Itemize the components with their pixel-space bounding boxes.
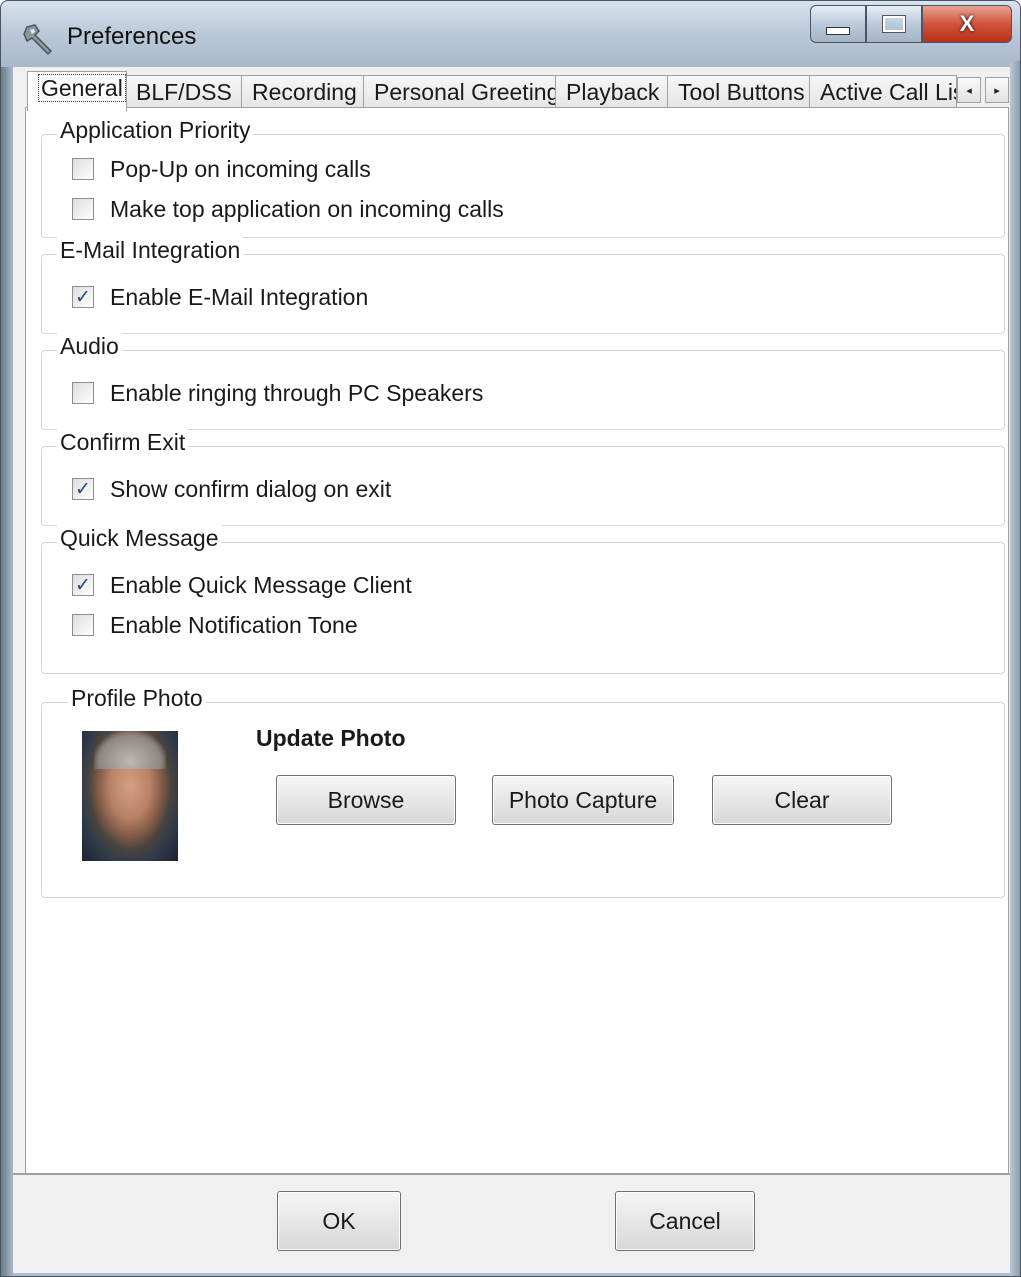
group-application-priority: Application Priority Pop-Up on incoming … [41, 117, 1005, 238]
tab-active-call-list[interactable]: Active Call Lis [809, 75, 957, 109]
arrow-left-icon: ◂ [966, 84, 972, 97]
tab-scroll-left-button[interactable]: ◂ [957, 77, 981, 103]
checkbox-label: Enable Quick Message Client [110, 571, 412, 598]
caption-buttons: X [810, 5, 1012, 45]
show-confirm-dialog-checkbox[interactable]: ✓ Show confirm dialog on exit [72, 473, 391, 505]
checkbox-box[interactable]: ✓ [72, 574, 94, 596]
tab-label: Tool Buttons [678, 79, 805, 105]
close-icon: X [959, 11, 975, 36]
arrow-right-icon: ▸ [994, 84, 1000, 97]
tab-recording[interactable]: Recording [241, 75, 365, 109]
dialog-client-area: General BLF/DSS Recording Personal Greet… [13, 67, 1013, 1273]
tab-label: Recording [252, 79, 357, 105]
tab-strip: General BLF/DSS Recording Personal Greet… [27, 69, 1013, 111]
group-title: Audio [57, 333, 122, 360]
cancel-button[interactable]: Cancel [615, 1191, 755, 1251]
update-photo-label: Update Photo [256, 725, 406, 751]
checkbox-box[interactable] [72, 158, 94, 180]
enable-notification-tone-checkbox[interactable]: Enable Notification Tone [72, 609, 358, 641]
group-title: Application Priority [57, 117, 254, 144]
profile-photo-image [82, 731, 178, 861]
maximize-icon [882, 15, 906, 33]
enable-ringing-pc-speakers-checkbox[interactable]: Enable ringing through PC Speakers [72, 377, 483, 409]
tab-tool-buttons[interactable]: Tool Buttons [667, 75, 811, 109]
tab-label: Active Call Lis [820, 79, 957, 105]
photo-hair [94, 731, 166, 769]
tab-personal-greeting[interactable]: Personal Greeting [363, 75, 557, 109]
title-bar[interactable]: Preferences X [1, 1, 1020, 67]
checkbox-box[interactable] [72, 382, 94, 404]
group-title: Profile Photo [68, 685, 206, 712]
make-top-application-checkbox[interactable]: Make top application on incoming calls [72, 193, 504, 225]
popup-on-incoming-checkbox[interactable]: Pop-Up on incoming calls [72, 153, 371, 185]
photo-capture-button[interactable]: Photo Capture [492, 775, 674, 825]
check-icon: ✓ [75, 574, 91, 596]
tab-label: Playback [566, 79, 660, 105]
check-icon: ✓ [75, 286, 91, 308]
checkbox-label: Show confirm dialog on exit [110, 475, 392, 502]
enable-quick-message-client-checkbox[interactable]: ✓ Enable Quick Message Client [72, 569, 412, 601]
browse-button[interactable]: Browse [276, 775, 456, 825]
group-email-integration: E-Mail Integration ✓ Enable E-Mail Integ… [41, 237, 1005, 334]
checkbox-box[interactable] [72, 614, 94, 636]
checkbox-label: Make top application on incoming calls [110, 195, 504, 222]
tab-playback[interactable]: Playback [555, 75, 669, 109]
checkbox-label: Enable E-Mail Integration [110, 283, 369, 310]
checkbox-box[interactable]: ✓ [72, 478, 94, 500]
footer-separator [13, 1173, 1013, 1175]
window-title: Preferences [67, 23, 197, 50]
close-button[interactable]: X [922, 5, 1012, 43]
tab-label: BLF/DSS [136, 79, 232, 105]
group-title: E-Mail Integration [57, 237, 244, 264]
tab-scroll-right-button[interactable]: ▸ [985, 77, 1009, 103]
ok-button[interactable]: OK [277, 1191, 401, 1251]
tab-general[interactable]: General [27, 71, 127, 111]
group-profile-photo: Profile Photo Update Photo Browse Photo … [41, 685, 1005, 898]
minimize-icon [826, 27, 850, 35]
check-icon: ✓ [75, 478, 91, 500]
maximize-button[interactable] [866, 5, 922, 43]
group-title: Quick Message [57, 525, 222, 552]
preferences-window: Preferences X General BLF/DSS Recording [0, 0, 1021, 1277]
clear-photo-button[interactable]: Clear [712, 775, 892, 825]
group-audio: Audio Enable ringing through PC Speakers [41, 333, 1005, 430]
checkbox-label: Enable Notification Tone [110, 611, 358, 638]
checkbox-box[interactable] [72, 198, 94, 220]
general-tab-page: Application Priority Pop-Up on incoming … [25, 107, 1009, 1174]
checkbox-label: Enable ringing through PC Speakers [110, 379, 484, 406]
tab-label: Personal Greeting [374, 79, 557, 105]
wrench-icon [23, 24, 53, 56]
checkbox-label: Pop-Up on incoming calls [110, 155, 371, 182]
enable-email-integration-checkbox[interactable]: ✓ Enable E-Mail Integration [72, 281, 368, 313]
checkbox-box[interactable]: ✓ [72, 286, 94, 308]
group-quick-message: Quick Message ✓ Enable Quick Message Cli… [41, 525, 1005, 674]
tab-label: General [38, 74, 126, 102]
group-title: Confirm Exit [57, 429, 189, 456]
group-confirm-exit: Confirm Exit ✓ Show confirm dialog on ex… [41, 429, 1005, 526]
minimize-button[interactable] [810, 5, 866, 43]
tab-blf-dss[interactable]: BLF/DSS [125, 75, 243, 109]
